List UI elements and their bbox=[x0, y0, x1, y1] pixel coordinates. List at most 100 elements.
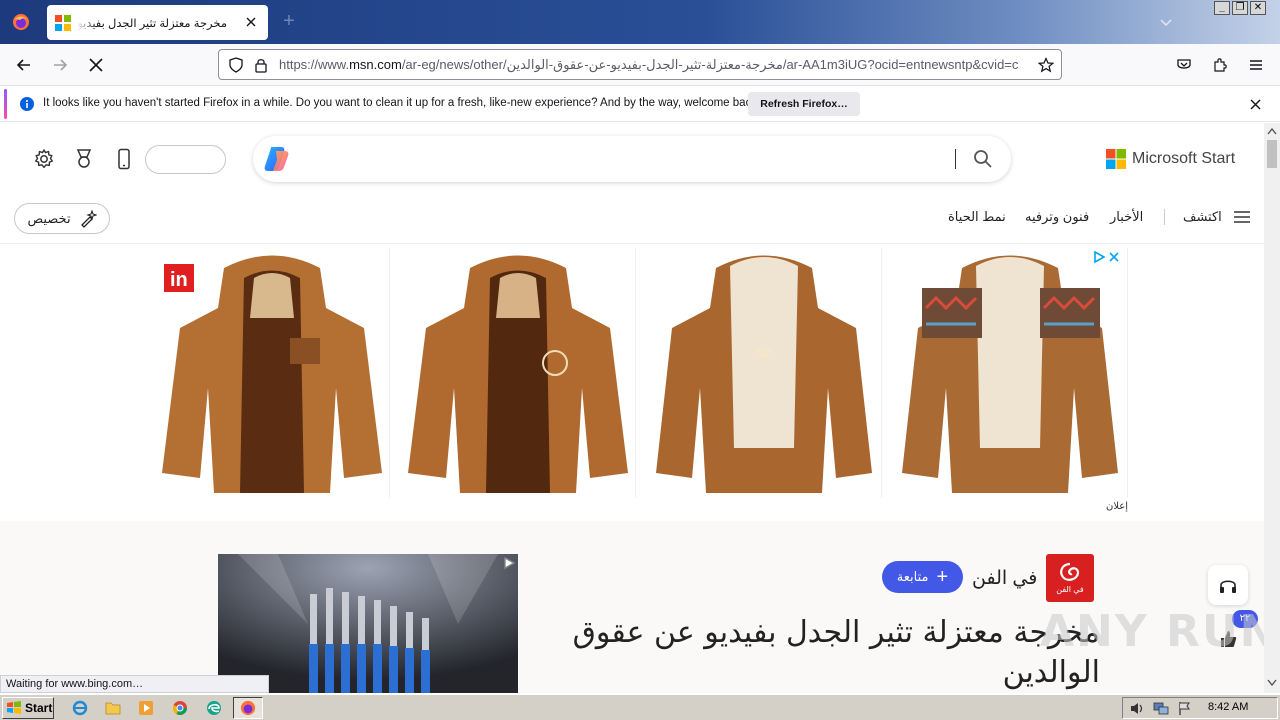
address-bar[interactable]: https://www.msn.com/ar-eg/news/other/مخر… bbox=[218, 49, 1062, 80]
stop-loading-button[interactable] bbox=[84, 53, 108, 77]
stop-x-icon bbox=[89, 58, 103, 72]
jacket-image bbox=[408, 255, 628, 493]
customize-button[interactable]: تخصيص bbox=[14, 203, 110, 234]
url-path: /ar-eg/news/other/مخرجة-معتزلة-تثير-الجد… bbox=[401, 57, 1019, 72]
minimize-button[interactable]: _ bbox=[1214, 1, 1230, 15]
ad-choices[interactable] bbox=[1093, 251, 1119, 263]
close-ad-icon bbox=[1109, 252, 1119, 262]
volume-icon[interactable] bbox=[1129, 701, 1145, 716]
listen-button[interactable] bbox=[1208, 565, 1248, 605]
nav-separator bbox=[1164, 209, 1165, 225]
jacket-image: in bbox=[162, 255, 382, 493]
anyrun-watermark: ANY RUN bbox=[1040, 606, 1264, 657]
url-host: msn.com bbox=[349, 57, 402, 72]
edge-taskbar-icon[interactable] bbox=[204, 698, 224, 718]
web-search-box[interactable] bbox=[253, 136, 1011, 182]
ad-choices-small-icon[interactable] bbox=[503, 557, 515, 569]
ad-label: إعلان bbox=[1106, 501, 1129, 512]
rewards-medal-icon[interactable] bbox=[72, 147, 96, 171]
notification-accent bbox=[4, 89, 7, 119]
puzzle-piece-icon bbox=[1214, 58, 1227, 72]
nav-menu-icon[interactable] bbox=[1234, 211, 1250, 223]
network-icon[interactable] bbox=[1153, 701, 1169, 716]
ad-tile-4[interactable] bbox=[892, 248, 1128, 498]
page-scrollbar[interactable] bbox=[1264, 123, 1280, 693]
ad-tile-3[interactable] bbox=[646, 248, 882, 498]
forward-arrow-icon bbox=[54, 59, 68, 71]
article-side-image[interactable] bbox=[218, 554, 518, 693]
nav-discover[interactable]: اكتشف bbox=[1183, 209, 1222, 225]
ad-tile-1[interactable]: in bbox=[154, 248, 390, 498]
microsoft-start-logo[interactable]: Microsoft Start bbox=[1106, 149, 1235, 169]
ie-taskbar-icon[interactable] bbox=[70, 698, 90, 718]
mobile-phone-icon[interactable] bbox=[112, 147, 136, 171]
source-logo-text: في الفن bbox=[1056, 585, 1084, 594]
ad-banner[interactable]: in إعلان bbox=[0, 243, 1264, 521]
start-button[interactable]: Start bbox=[2, 697, 54, 719]
nav-arts[interactable]: فنون وترفيه bbox=[1025, 209, 1089, 225]
url-text[interactable]: https://www.msn.com/ar-eg/news/other/مخر… bbox=[279, 57, 1029, 73]
knives-image bbox=[218, 554, 518, 693]
jacket-image bbox=[902, 255, 1118, 493]
window-controls: _ ❐ ✕ bbox=[1214, 1, 1266, 15]
source-name[interactable]: في الفن bbox=[972, 567, 1037, 590]
customize-label: تخصيص bbox=[27, 210, 71, 226]
follow-label: متابعة bbox=[896, 569, 929, 584]
search-divider bbox=[955, 149, 956, 169]
forward-button[interactable] bbox=[48, 53, 72, 77]
active-tab[interactable]: مخرجة معتزلة تثير الجدل بفيديو عن عقوق bbox=[47, 5, 268, 40]
info-icon bbox=[20, 97, 34, 111]
plus-icon: + bbox=[936, 566, 949, 588]
category-nav: تخصيص نمط الحياة فنون وترفيه الأخبار اكت… bbox=[0, 203, 1264, 243]
headphones-icon bbox=[1220, 580, 1236, 593]
status-bar: Waiting for www.bing.com… bbox=[0, 675, 269, 693]
windows-flag-icon bbox=[7, 701, 21, 714]
copilot-icon[interactable] bbox=[261, 145, 291, 173]
refresh-firefox-button[interactable]: Refresh Firefox… bbox=[748, 92, 860, 116]
source-logo[interactable]: في الفن bbox=[1046, 554, 1094, 602]
aztec-pattern-left bbox=[922, 288, 982, 338]
back-button[interactable] bbox=[12, 53, 36, 77]
start-label: Start bbox=[25, 701, 53, 715]
new-tab-plus-icon[interactable]: + bbox=[278, 11, 300, 33]
ad-tile-2[interactable] bbox=[400, 248, 636, 498]
article-section: في الفن في الفن + متابعة مخرجة معتزلة تث… bbox=[0, 521, 1264, 693]
system-tray bbox=[1122, 697, 1278, 719]
notification-bar: It looks like you haven't started Firefo… bbox=[0, 87, 1280, 122]
media-player-taskbar-icon[interactable] bbox=[136, 698, 156, 718]
bookmark-star-icon[interactable] bbox=[1038, 57, 1054, 73]
list-all-tabs-chevron-icon[interactable] bbox=[1156, 12, 1176, 32]
navigation-toolbar: https://www.msn.com/ar-eg/news/other/مخر… bbox=[0, 44, 1280, 86]
svg-text:in: in bbox=[170, 269, 188, 291]
padlock-icon[interactable] bbox=[254, 57, 268, 73]
scroll-up-arrow-icon[interactable] bbox=[1267, 127, 1277, 135]
firefox-icon bbox=[13, 14, 29, 30]
search-icon[interactable] bbox=[973, 149, 993, 169]
chrome-taskbar-icon[interactable] bbox=[170, 698, 190, 718]
sparkle-pen-icon bbox=[80, 209, 97, 228]
ad-choices-icon bbox=[1094, 251, 1105, 263]
close-notification-icon[interactable] bbox=[1250, 99, 1261, 110]
tab-strip: مخرجة معتزلة تثير الجدل بفيديو عن عقوق +… bbox=[0, 0, 1280, 44]
scroll-down-arrow-icon[interactable] bbox=[1267, 679, 1277, 687]
folder-taskbar-icon[interactable] bbox=[103, 698, 123, 718]
extensions-button[interactable] bbox=[1208, 53, 1232, 77]
firefox-taskbar-button[interactable] bbox=[233, 697, 263, 719]
nav-news[interactable]: الأخبار bbox=[1110, 209, 1143, 225]
pocket-button[interactable] bbox=[1172, 53, 1196, 77]
sign-in-pill-button[interactable] bbox=[145, 145, 226, 174]
restore-button[interactable]: ❐ bbox=[1232, 1, 1248, 15]
tab-title: مخرجة معتزلة تثير الجدل بفيديو عن عقوق bbox=[77, 17, 227, 30]
settings-gear-icon[interactable] bbox=[32, 147, 56, 171]
windows-taskbar: Start 8:42 AM bbox=[0, 694, 1280, 720]
taskbar-clock[interactable]: 8:42 AM bbox=[1208, 701, 1248, 713]
scrollbar-thumb[interactable] bbox=[1267, 140, 1277, 168]
close-tab-icon[interactable] bbox=[242, 13, 260, 31]
close-window-button[interactable]: ✕ bbox=[1250, 1, 1266, 15]
tracking-protection-shield-icon[interactable] bbox=[228, 57, 244, 73]
nav-lifestyle[interactable]: نمط الحياة bbox=[948, 209, 1006, 225]
follow-button[interactable]: + متابعة bbox=[882, 561, 963, 593]
app-menu-button[interactable] bbox=[1244, 53, 1268, 77]
firefox-menu-button[interactable] bbox=[0, 0, 42, 44]
action-center-flag-icon[interactable] bbox=[1177, 701, 1193, 716]
